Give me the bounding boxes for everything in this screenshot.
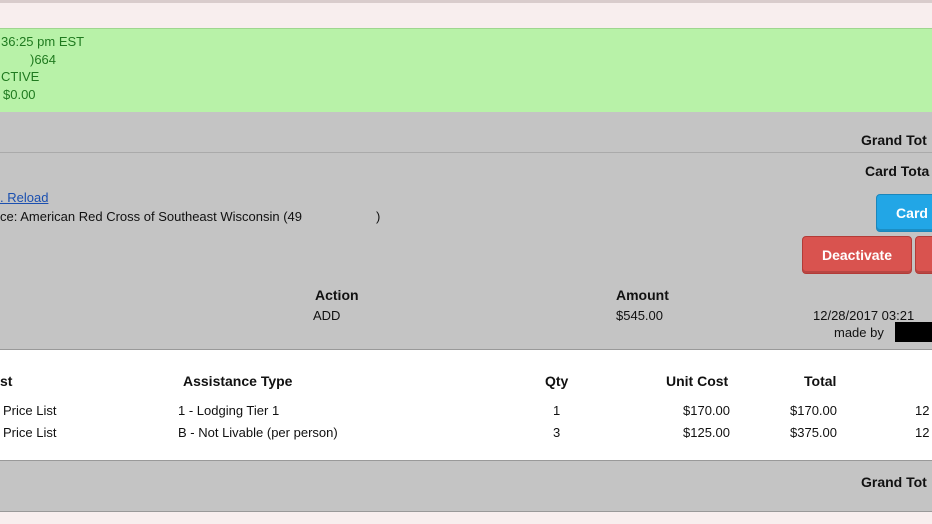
action-header: Action <box>315 287 359 303</box>
made-by-label: made by <box>834 325 884 340</box>
header-assistance-type: Assistance Type <box>183 373 293 389</box>
top-strip <box>0 0 932 3</box>
status-balance: $0.00 <box>3 87 36 102</box>
header-qty: Qty <box>545 373 569 389</box>
card-total-label: Card Tota <box>865 163 930 179</box>
row-total: $170.00 <box>790 403 837 418</box>
row-unit-cost: $170.00 <box>683 403 730 418</box>
partial-red-button[interactable] <box>915 236 932 274</box>
action-value: ADD <box>313 308 341 323</box>
footer-summary-bar: Grand Tot <box>0 460 932 512</box>
row-unit-cost: $125.00 <box>683 425 730 440</box>
amount-header: Amount <box>616 287 669 303</box>
status-time: 36:25 pm EST <box>1 34 85 49</box>
card-button[interactable]: Card <box>876 194 932 232</box>
reload-link[interactable]: . Reload <box>0 190 48 205</box>
card-status-panel: 36:25 pm EST )664 CTIVE $0.00 <box>0 28 932 113</box>
assistance-items-table: st Assistance Type Qty Unit Cost Total P… <box>0 350 932 460</box>
status-state: CTIVE <box>1 69 40 84</box>
row-price-list: Price List <box>3 425 57 440</box>
row-price-list: Price List <box>3 403 57 418</box>
row-date: 12 <box>915 425 930 440</box>
deactivate-button[interactable]: Deactivate <box>802 236 912 274</box>
status-card-id: )664 <box>30 52 57 67</box>
service-provider-close: ) <box>376 209 381 224</box>
transaction-date: 12/28/2017 03:21 <box>813 308 915 323</box>
redacted-username <box>895 322 932 342</box>
summary-bar: Grand Tot <box>0 112 932 153</box>
row-qty: 3 <box>553 425 561 440</box>
row-total: $375.00 <box>790 425 837 440</box>
card-transaction-panel: Card Tota . Reload ce: American Red Cros… <box>0 153 932 350</box>
amount-value: $545.00 <box>616 308 663 323</box>
deactivate-button-label: Deactivate <box>821 247 893 263</box>
card-button-label: Card <box>896 205 928 221</box>
row-assistance-type: 1 - Lodging Tier 1 <box>178 403 280 418</box>
row-qty: 1 <box>553 403 561 418</box>
grand-total-label: Grand Tot <box>861 132 927 148</box>
service-provider-text: ce: American Red Cross of Southeast Wisc… <box>0 209 303 224</box>
row-assistance-type: B - Not Livable (per person) <box>178 425 338 440</box>
row-date: 12 <box>915 403 930 418</box>
header-unit-cost: Unit Cost <box>666 373 729 389</box>
header-total: Total <box>804 373 837 389</box>
footer-grand-total-label: Grand Tot <box>861 474 927 490</box>
header-price-list: st <box>0 373 13 389</box>
